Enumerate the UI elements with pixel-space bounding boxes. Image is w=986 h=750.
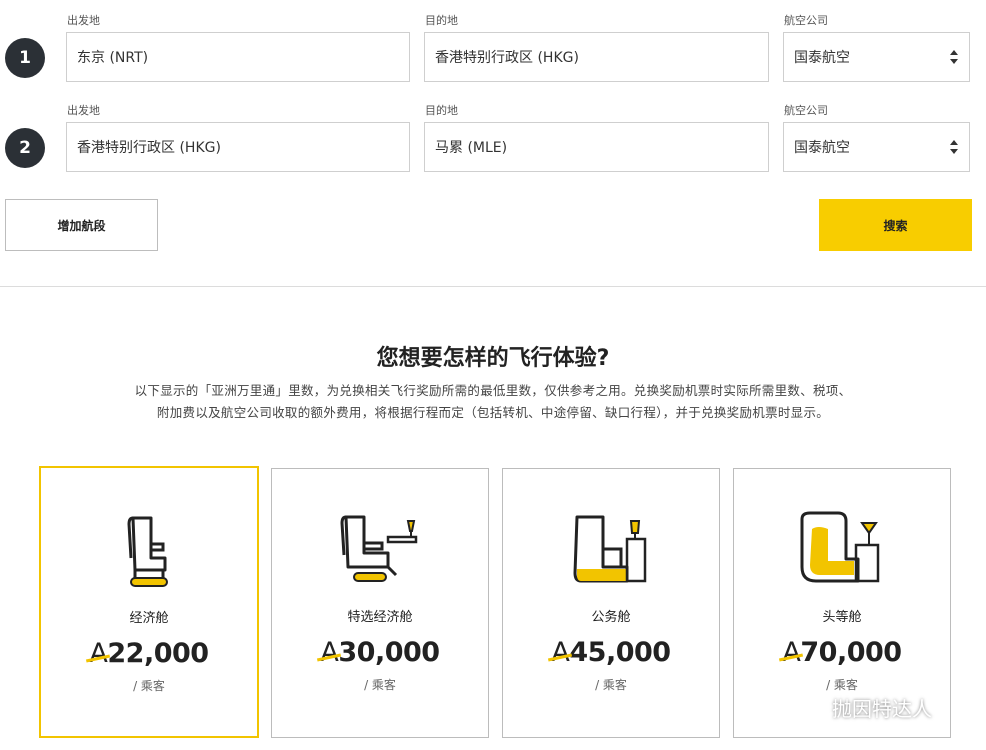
segment-1-origin-label: 出发地: [67, 14, 100, 27]
cabin-miles: A45,000: [503, 637, 719, 668]
watermark: 抛因特达人: [790, 692, 932, 722]
cabin-miles-value: 45,000: [569, 637, 671, 668]
asia-miles-symbol: A: [551, 637, 570, 668]
cabin-miles-value: 22,000: [107, 638, 209, 669]
segment-1-airline-select[interactable]: 国泰航空: [783, 32, 970, 82]
cabin-name: 经济舱: [129, 611, 169, 626]
section-description-line-1: 以下显示的「亚洲万里通」里数，为兑换相关飞行奖励所需的最低里数，仅供参考之用。兑…: [134, 383, 852, 398]
segment-2-airline-select[interactable]: 国泰航空: [783, 122, 970, 172]
cabin-miles-value: 70,000: [800, 637, 902, 668]
cabin-name: 特选经济舱: [347, 610, 413, 625]
segment-2-airline-value: 国泰航空: [794, 140, 850, 156]
add-segment-button[interactable]: 增加航段: [5, 199, 158, 251]
segment-1-destination-field[interactable]: 香港特别行政区 (HKG): [424, 32, 769, 82]
segment-2-origin-field[interactable]: 香港特别行政区 (HKG): [66, 122, 410, 172]
select-arrows-icon: [950, 50, 958, 64]
cabin-unit: / 乘客: [133, 679, 165, 693]
segment-2-destination-field[interactable]: 马累 (MLE): [424, 122, 769, 172]
section-divider: [0, 286, 986, 287]
premium-economy-seat-icon: [340, 515, 418, 582]
cabin-name: 头等舱: [822, 610, 862, 625]
segment-2-origin-label: 出发地: [67, 104, 100, 117]
cabin-miles: A22,000: [41, 638, 257, 669]
segment-2-destination-label: 目的地: [425, 104, 458, 117]
cabin-unit: / 乘客: [364, 678, 396, 692]
section-title: 您想要怎样的飞行体验?: [376, 346, 610, 371]
search-button[interactable]: 搜索: [819, 199, 972, 251]
cabin-unit: / 乘客: [826, 678, 858, 692]
asia-miles-symbol: A: [89, 638, 108, 669]
watermark-text: 抛因特达人: [832, 696, 932, 721]
business-seat-icon: [573, 515, 647, 583]
cabin-name: 公务舱: [591, 610, 631, 625]
segment-1-airline-value: 国泰航空: [794, 50, 850, 66]
cabin-miles: A70,000: [734, 637, 950, 668]
segment-2-airline-label: 航空公司: [784, 104, 828, 117]
cabin-card-premium-economy[interactable]: 特选经济舱 A30,000 / 乘客: [271, 468, 489, 738]
cabin-miles-value: 30,000: [338, 637, 440, 668]
segment-1-airline-label: 航空公司: [784, 14, 828, 27]
asia-miles-symbol: A: [782, 637, 801, 668]
section-description-line-2: 附加费以及航空公司收取的额外费用，将根据行程而定（包括转机、中途停留、缺口行程）…: [156, 405, 830, 420]
economy-seat-icon: [127, 516, 168, 587]
cabin-miles: A30,000: [272, 637, 488, 668]
segment-1-destination-label: 目的地: [425, 14, 458, 27]
first-class-seat-icon: [800, 511, 880, 583]
cabin-unit: / 乘客: [595, 678, 627, 692]
segment-1-origin-field[interactable]: 东京 (NRT): [66, 32, 410, 82]
select-arrows-icon: [950, 140, 958, 154]
segment-1-number: 1: [5, 38, 45, 78]
wechat-icon: [791, 694, 823, 719]
cabin-card-business[interactable]: 公务舱 A45,000 / 乘客: [502, 468, 720, 738]
cabin-card-economy[interactable]: 经济舱 A22,000 / 乘客: [39, 466, 259, 738]
asia-miles-symbol: A: [320, 637, 339, 668]
segment-2-number: 2: [5, 128, 45, 168]
